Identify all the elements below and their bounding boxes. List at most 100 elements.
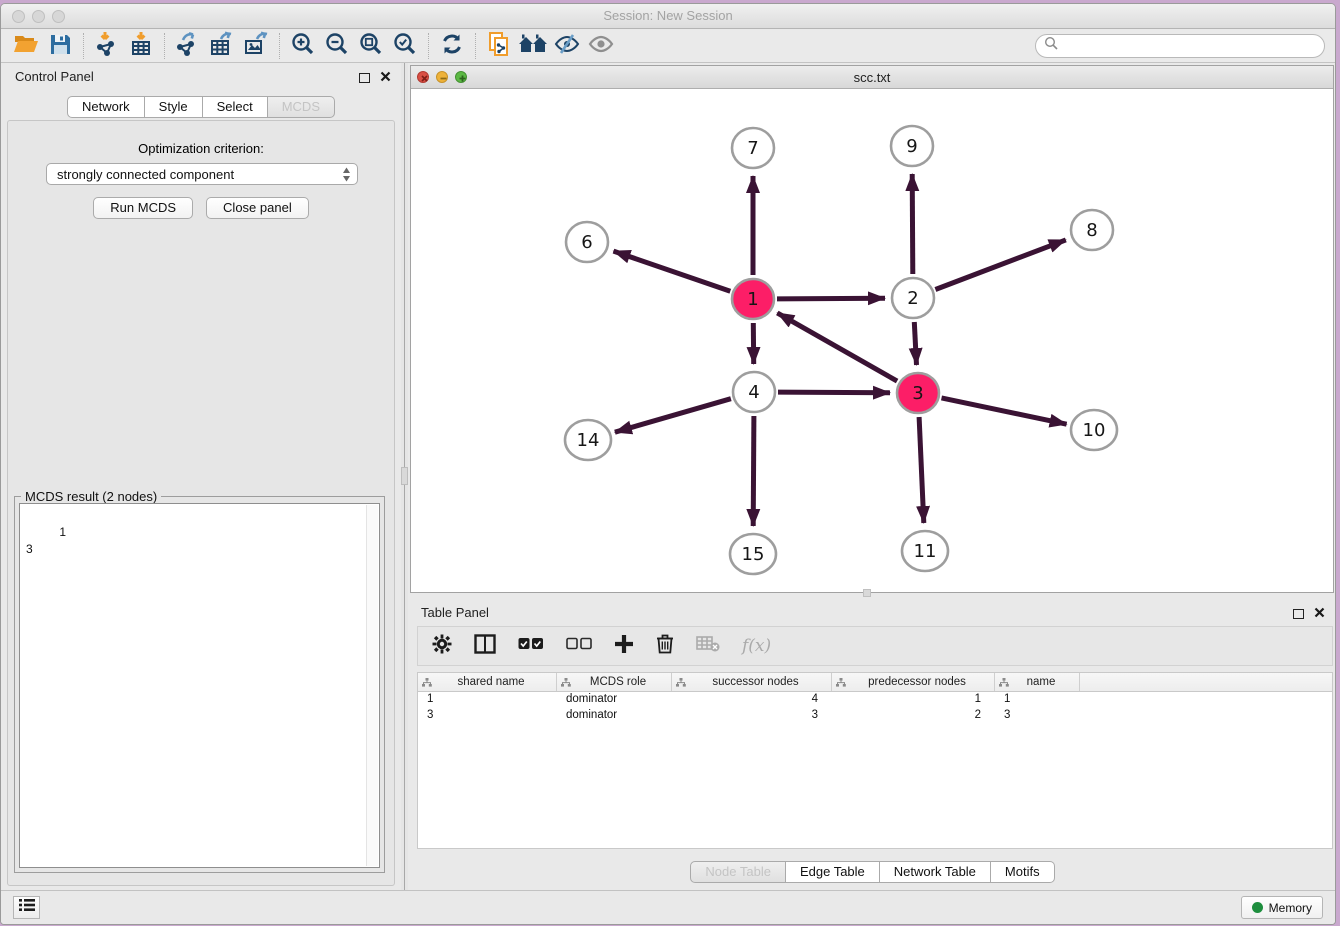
graph-node-7[interactable]: 7 <box>732 128 774 168</box>
copy-network-style-button[interactable] <box>482 32 516 60</box>
zoom-fit-button[interactable] <box>354 32 388 60</box>
cell-MCDS-role[interactable]: dominator <box>557 708 672 724</box>
close-panel-button[interactable]: Close panel <box>206 197 309 219</box>
toolbar-search[interactable] <box>1035 34 1325 58</box>
cell-name[interactable]: 1 <box>995 692 1080 708</box>
network-window-title: scc.txt <box>411 70 1333 85</box>
table-row[interactable]: 1dominator411 <box>418 692 1332 708</box>
session-home-button[interactable] <box>516 32 550 60</box>
tab-select[interactable]: Select <box>203 96 268 118</box>
add-column-icon[interactable] <box>614 634 634 659</box>
graph-node-11[interactable]: 11 <box>902 531 948 571</box>
graph-edge-1-2[interactable] <box>777 298 885 299</box>
column-header-predecessor-nodes[interactable]: predecessor nodes <box>832 673 995 691</box>
zoom-selected-button[interactable] <box>388 32 422 60</box>
graph-node-3[interactable]: 3 <box>897 373 939 413</box>
function-builder-icon: f(x) <box>742 636 771 656</box>
svg-text:3: 3 <box>912 383 923 404</box>
splitter-handle[interactable] <box>401 467 408 485</box>
float-table-panel-icon[interactable] <box>1293 609 1304 619</box>
table-settings-gear-icon[interactable] <box>432 634 452 659</box>
search-input[interactable] <box>1059 36 1324 56</box>
column-header-successor-nodes[interactable]: successor nodes <box>672 673 832 691</box>
run-mcds-button[interactable]: Run MCDS <box>93 197 193 219</box>
graph-node-9[interactable]: 9 <box>891 126 933 166</box>
import-table-icon <box>129 31 153 62</box>
import-table-button[interactable] <box>124 32 158 60</box>
optimization-criterion-select[interactable]: strongly connected component <box>46 163 358 185</box>
graph-edge-4-14[interactable] <box>615 399 731 433</box>
cell-successor-nodes[interactable]: 3 <box>672 708 832 724</box>
zoom-in-button[interactable] <box>286 32 320 60</box>
result-scrollbar[interactable] <box>366 505 378 866</box>
graph-node-8[interactable]: 8 <box>1071 210 1113 250</box>
graph-node-15[interactable]: 15 <box>730 534 776 574</box>
export-image-button[interactable] <box>239 32 273 60</box>
svg-text:9: 9 <box>906 136 917 157</box>
table-panel-tabs: Node TableEdge TableNetwork TableMotifs <box>690 861 1054 883</box>
tab-network-table[interactable]: Network Table <box>880 861 991 883</box>
cell-predecessor-nodes[interactable]: 1 <box>832 692 995 708</box>
float-panel-icon[interactable] <box>359 73 370 83</box>
graph-node-1[interactable]: 1 <box>732 279 774 319</box>
mcds-result-text[interactable]: 1 3 <box>19 503 380 868</box>
delete-column-icon[interactable] <box>656 633 674 659</box>
graph-node-2[interactable]: 2 <box>892 278 934 318</box>
apply-layout-button[interactable] <box>435 32 469 60</box>
show-details-button[interactable] <box>584 32 618 60</box>
memory-button[interactable]: Memory <box>1241 896 1323 919</box>
tab-network[interactable]: Network <box>67 96 145 118</box>
tab-motifs[interactable]: Motifs <box>991 861 1055 883</box>
cell-shared-name[interactable]: 3 <box>418 708 557 724</box>
graph-edge-2-3[interactable] <box>914 322 916 365</box>
graph-edge-2-8[interactable] <box>935 240 1065 290</box>
show-panels-button[interactable] <box>13 896 40 919</box>
homes-icon <box>518 33 548 60</box>
export-network-button[interactable] <box>171 32 205 60</box>
vertical-splitter[interactable] <box>401 63 408 892</box>
save-session-button[interactable] <box>43 32 77 60</box>
cell-successor-nodes[interactable]: 4 <box>672 692 832 708</box>
window-title: Session: New Session <box>1 8 1335 23</box>
deselect-all-icon[interactable] <box>566 637 592 656</box>
graph-edge-2-9[interactable] <box>912 174 913 274</box>
tab-node-table[interactable]: Node Table <box>690 861 786 883</box>
column-header-MCDS-role[interactable]: MCDS role <box>557 673 672 691</box>
table-row[interactable]: 3dominator323 <box>418 708 1332 724</box>
graph-edge-4-3[interactable] <box>778 392 890 393</box>
column-header-shared-name[interactable]: shared name <box>418 673 557 691</box>
zoom-out-button[interactable] <box>320 32 354 60</box>
open-session-button[interactable] <box>9 32 43 60</box>
tab-mcds[interactable]: MCDS <box>268 96 335 118</box>
cell-shared-name[interactable]: 1 <box>418 692 557 708</box>
close-panel-icon[interactable] <box>380 69 391 87</box>
zoom-in-icon <box>291 32 315 61</box>
toggle-column-icon[interactable] <box>474 634 496 659</box>
memory-status-dot <box>1252 902 1263 913</box>
graph-node-6[interactable]: 6 <box>566 222 608 262</box>
close-table-panel-icon[interactable] <box>1314 605 1325 623</box>
hide-panels-button[interactable] <box>550 32 584 60</box>
graph-edge-3-11[interactable] <box>919 417 924 523</box>
cell-MCDS-role[interactable]: dominator <box>557 692 672 708</box>
graph-edge-4-15[interactable] <box>753 416 754 526</box>
tab-style[interactable]: Style <box>145 96 203 118</box>
network-canvas[interactable]: 7 9 6 8 1 2 4 3 14 10 15 11 <box>411 89 1333 592</box>
memory-label: Memory <box>1269 901 1312 915</box>
horizontal-splitter-handle[interactable] <box>863 589 871 597</box>
cell-predecessor-nodes[interactable]: 2 <box>832 708 995 724</box>
column-header-name[interactable]: name <box>995 673 1080 691</box>
cell-name[interactable]: 3 <box>995 708 1080 724</box>
graph-edge-3-1[interactable] <box>777 313 897 381</box>
main-toolbar <box>1 30 1335 63</box>
graph-edge-1-6[interactable] <box>614 251 731 291</box>
export-table-button[interactable] <box>205 32 239 60</box>
graph-node-4[interactable]: 4 <box>733 372 775 412</box>
table-header-row: shared nameMCDS rolesuccessor nodesprede… <box>418 673 1332 692</box>
tab-edge-table[interactable]: Edge Table <box>786 861 880 883</box>
graph-node-10[interactable]: 10 <box>1071 410 1117 450</box>
select-all-icon[interactable] <box>518 637 544 656</box>
graph-edge-3-10[interactable] <box>942 398 1067 424</box>
import-network-button[interactable] <box>90 32 124 60</box>
graph-node-14[interactable]: 14 <box>565 420 611 460</box>
